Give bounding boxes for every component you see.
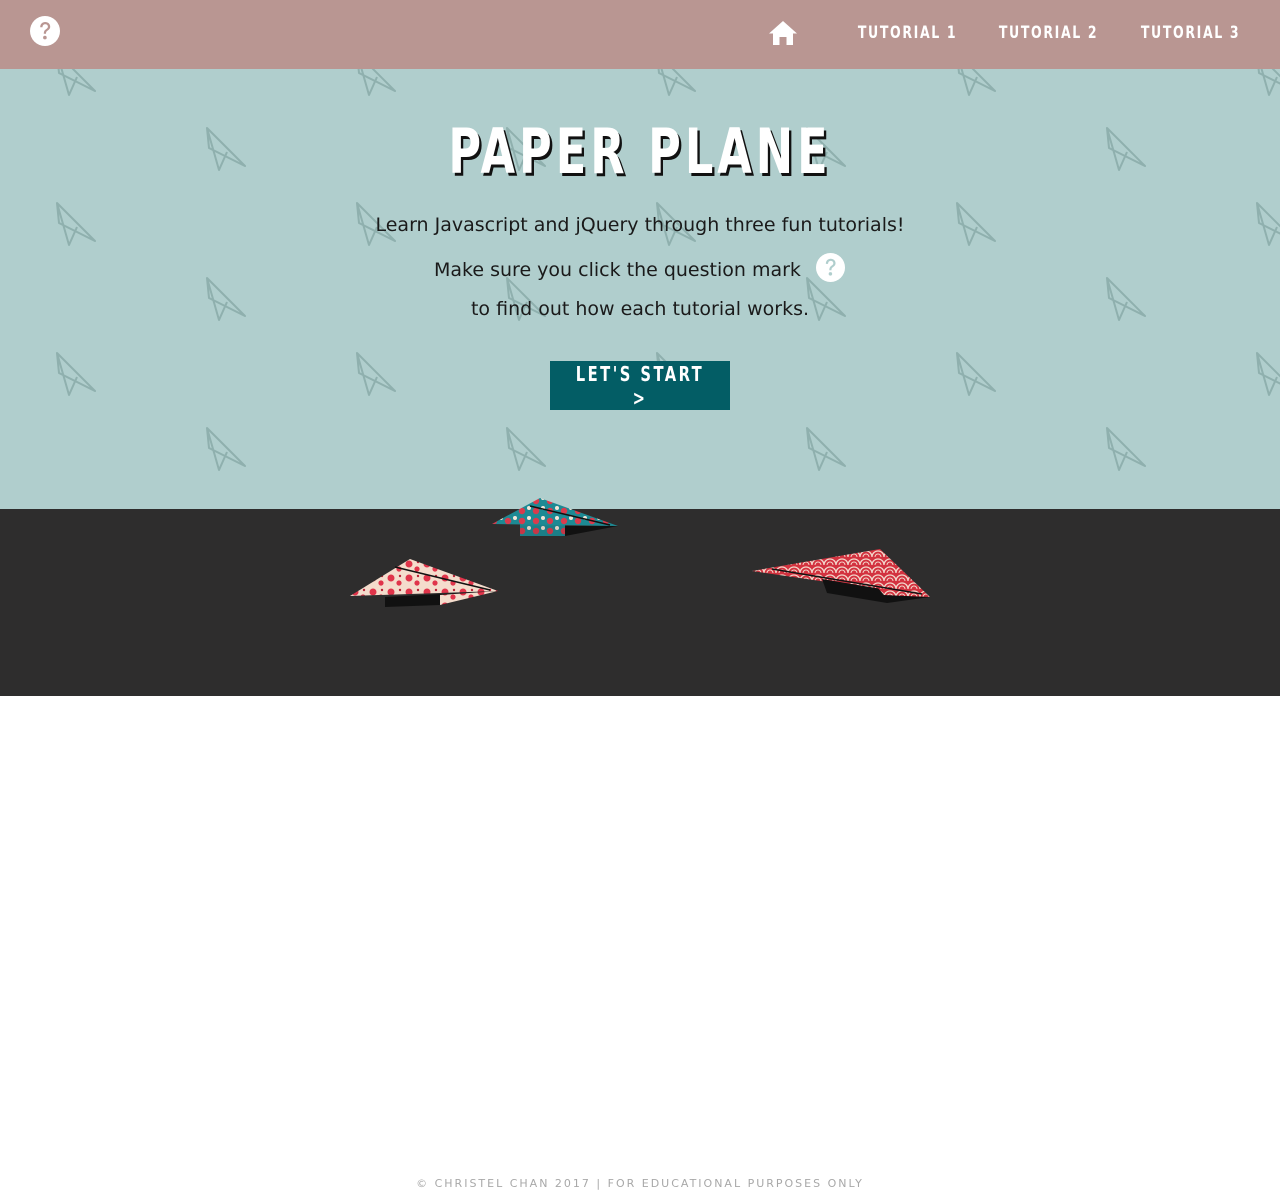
page-title: PAPER PLANE [448, 115, 832, 188]
plane-outline-icon [1106, 427, 1146, 471]
hero-section: PAPER PLANE Learn Javascript and jQuery … [0, 69, 1280, 509]
lets-start-button[interactable]: LET'S START > [550, 361, 730, 410]
plane-outline-icon [957, 69, 996, 96]
plane-outline-icon [57, 69, 96, 96]
plane-outline-icon [357, 69, 396, 96]
plane-outline-icon [56, 352, 96, 396]
paper-plane-floral-image [350, 559, 498, 607]
plane-outline-icon [657, 69, 696, 96]
plane-outline-icon [956, 352, 996, 396]
plane-outline-icon [806, 427, 846, 471]
paper-plane-wave-image [752, 549, 930, 603]
footer-text: © CHRISTEL CHAN 2017 | FOR EDUCATIONAL P… [416, 1177, 864, 1190]
question-circle-icon[interactable] [815, 252, 846, 283]
nav-tutorial-1[interactable]: TUTORIAL 1 [858, 23, 957, 43]
home-icon[interactable] [768, 20, 798, 46]
lets-start-label: LET'S START > [575, 361, 705, 410]
intro-line: Learn Javascript and jQuery through thre… [375, 214, 905, 236]
question-circle-icon[interactable] [29, 15, 61, 47]
help-hint-text: Make sure you click the question mark [434, 259, 801, 281]
help-hint-line-2: to find out how each tutorial works. [470, 298, 810, 320]
plane-outline-icon [1257, 69, 1280, 96]
plane-outline-icon [356, 352, 396, 396]
nav-tutorial-2[interactable]: TUTORIAL 2 [999, 23, 1098, 43]
ground-section: © CHRISTEL CHAN 2017 | FOR EDUCATIONAL P… [0, 498, 1280, 1190]
top-header: TUTORIAL 1 TUTORIAL 2 TUTORIAL 3 [0, 0, 1280, 69]
plane-outline-icon [1256, 352, 1280, 396]
main-nav: TUTORIAL 1 TUTORIAL 2 TUTORIAL 3 [768, 18, 1240, 48]
plane-outline-icon [206, 427, 246, 471]
help-hint-line: Make sure you click the question mark [0, 252, 1280, 283]
nav-tutorial-3[interactable]: TUTORIAL 3 [1141, 23, 1240, 43]
paper-plane-teal-image [492, 498, 618, 536]
plane-outline-icon [506, 427, 546, 471]
